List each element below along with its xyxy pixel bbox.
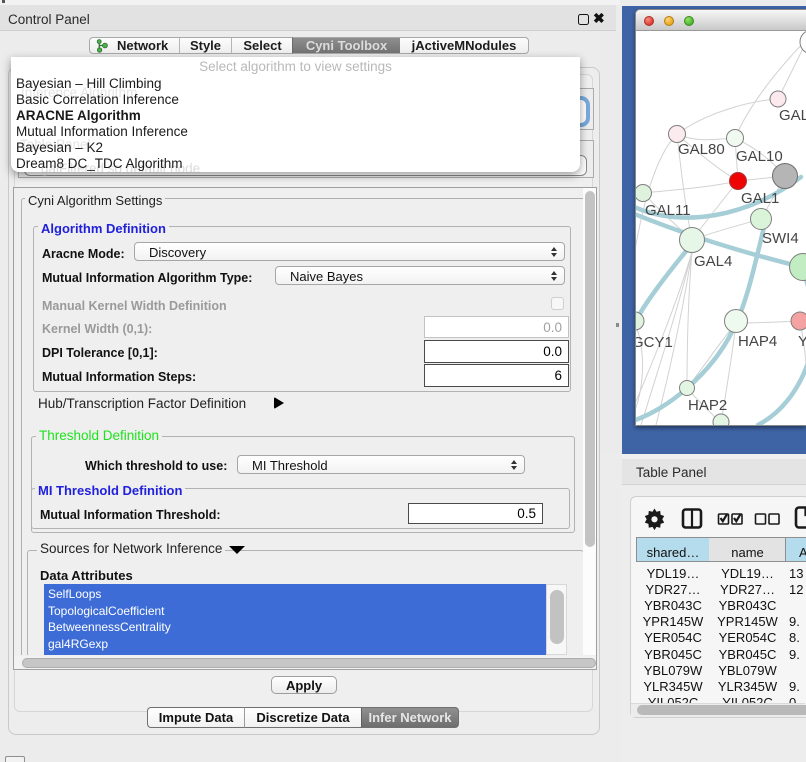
- svg-text:GAL10: GAL10: [736, 148, 783, 165]
- svg-text:Y: Y: [798, 333, 806, 350]
- svg-text:GAL80: GAL80: [678, 141, 725, 158]
- svg-text:HAP2: HAP2: [688, 397, 727, 414]
- svg-text:GCY1: GCY1: [636, 334, 673, 351]
- svg-text:GAL: GAL: [779, 107, 806, 124]
- svg-text:GAL1: GAL1: [741, 190, 779, 207]
- svg-text:HAP4: HAP4: [738, 333, 777, 350]
- svg-text:SWI4: SWI4: [762, 230, 799, 247]
- svg-text:GAL4: GAL4: [694, 253, 732, 270]
- svg-text:GAL11: GAL11: [645, 202, 691, 219]
